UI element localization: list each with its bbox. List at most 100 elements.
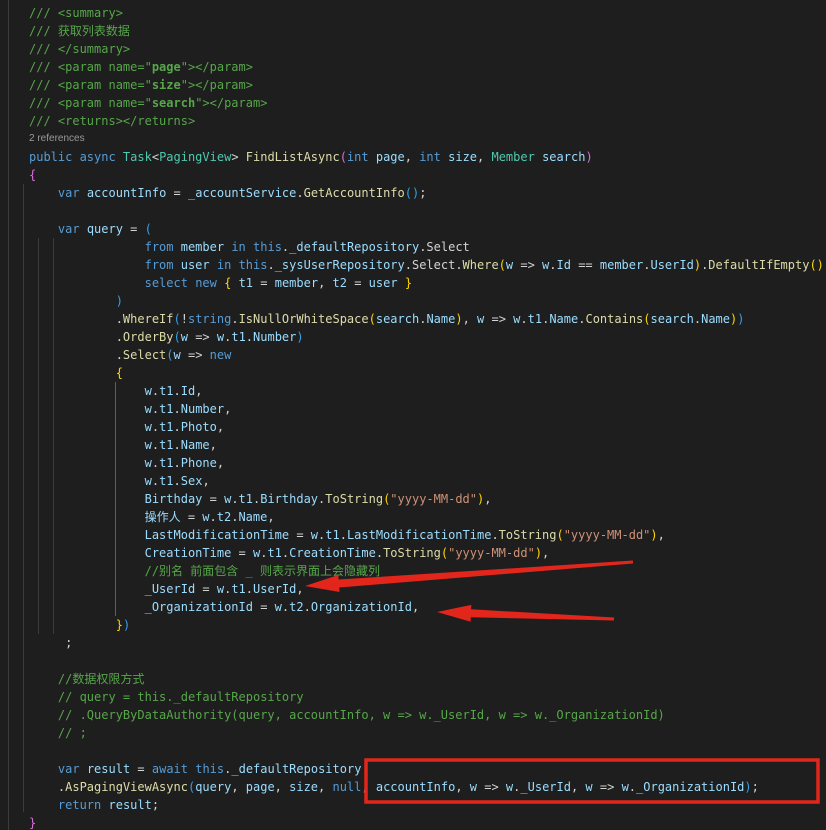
code-token: this xyxy=(253,240,282,254)
code-line[interactable]: .WhereIf(!string.IsNullOrWhiteSpace(sear… xyxy=(29,310,824,328)
code-token xyxy=(29,798,58,812)
code-token: _UserId xyxy=(520,780,571,794)
code-line[interactable]: /// <param name="size"></param> xyxy=(29,76,824,94)
code-line[interactable]: } xyxy=(29,814,824,830)
code-token: Name xyxy=(426,312,455,326)
code-line[interactable]: .Select(w => new xyxy=(29,346,824,364)
code-token: w xyxy=(275,600,282,614)
code-token: GetAccountInfo xyxy=(304,186,405,200)
code-token xyxy=(29,564,145,578)
code-token: ( xyxy=(556,528,563,542)
code-line[interactable]: w.t1.Name, xyxy=(29,436,824,454)
code-line[interactable]: public async Task<PagingView> FindListAs… xyxy=(29,148,824,166)
code-token xyxy=(80,186,87,200)
code-line[interactable]: .AsPagingViewAsync(query, page, size, nu… xyxy=(29,778,824,796)
code-token: ( xyxy=(174,330,181,344)
code-token: WhereIf xyxy=(123,312,174,326)
code-token: ! xyxy=(181,312,188,326)
code-token: FindListAsync xyxy=(246,150,340,164)
code-line[interactable]: return result; xyxy=(29,796,824,814)
code-token: . xyxy=(231,312,238,326)
code-token: t1 xyxy=(239,276,253,290)
code-token: CreationTime xyxy=(145,546,232,560)
code-line[interactable]: // query = this._defaultRepository xyxy=(29,688,824,706)
code-line[interactable]: LastModificationTime = w.t1.LastModifica… xyxy=(29,526,824,544)
code-token: _OrganizationId xyxy=(145,600,253,614)
code-line[interactable]: ; xyxy=(29,634,824,652)
code-line[interactable]: { xyxy=(29,364,824,382)
code-line[interactable]: 操作人 = w.t2.Name, xyxy=(29,508,824,526)
code-token: . xyxy=(246,330,253,344)
code-token xyxy=(174,258,181,272)
code-line[interactable]: /// </summary> xyxy=(29,40,824,58)
code-token: string xyxy=(188,312,231,326)
code-line[interactable]: { xyxy=(29,166,824,184)
code-token: _UserId xyxy=(145,582,196,596)
code-line[interactable]: // ; xyxy=(29,724,824,742)
code-line[interactable] xyxy=(29,652,824,670)
code-token xyxy=(231,276,238,290)
code-line[interactable]: w.t1.Id, xyxy=(29,382,824,400)
code-line[interactable]: /// 获取列表数据 xyxy=(29,22,824,40)
code-line[interactable]: w.t1.Phone, xyxy=(29,454,824,472)
code-token: Name xyxy=(238,510,267,524)
code-line[interactable]: w.t1.Photo, xyxy=(29,418,824,436)
code-token: search xyxy=(651,312,694,326)
code-line[interactable]: // .QueryByDataAuthority(query, accountI… xyxy=(29,706,824,724)
code-token: Where xyxy=(463,258,499,272)
code-token: , xyxy=(455,780,469,794)
code-token: . xyxy=(549,258,556,272)
code-token: Id xyxy=(181,384,195,398)
code-token: , xyxy=(231,780,245,794)
code-token: , xyxy=(412,600,419,614)
code-line[interactable]: //数据权限方式 xyxy=(29,670,824,688)
code-token: /// <param name=" xyxy=(29,78,152,92)
code-line[interactable]: .OrderBy(w => w.t1.Number) xyxy=(29,328,824,346)
code-token: // .QueryByDataAuthority(query, accountI… xyxy=(58,708,665,722)
code-token xyxy=(80,222,87,236)
code-line[interactable]: /// <param name="search"></param> xyxy=(29,94,824,112)
code-token: /// <param name=" xyxy=(29,60,152,74)
code-token: , xyxy=(217,456,224,470)
code-line[interactable]: //别名 前面包含 _ 则表示界面上会隐藏列 xyxy=(29,562,824,580)
code-line[interactable]: var query = ( xyxy=(29,220,824,238)
code-token xyxy=(398,276,405,290)
code-line[interactable] xyxy=(29,202,824,220)
code-line[interactable]: CreationTime = w.t1.CreationTime.ToStrin… xyxy=(29,544,824,562)
code-line[interactable]: _OrganizationId = w.t2.OrganizationId, xyxy=(29,598,824,616)
code-token: page xyxy=(152,60,181,74)
code-line[interactable]: from user in this._sysUserRepository.Sel… xyxy=(29,256,824,274)
code-line[interactable]: ) xyxy=(29,292,824,310)
code-token: = xyxy=(253,600,275,614)
code-line[interactable]: _UserId = w.t1.UserId, xyxy=(29,580,824,598)
code-token: UserId xyxy=(650,258,693,272)
code-line[interactable]: /// <param name="page"></param> xyxy=(29,58,824,76)
code-token: ( xyxy=(145,222,152,236)
code-line[interactable]: /// <summary> xyxy=(29,4,824,22)
code-token: w xyxy=(145,402,152,416)
code-token xyxy=(29,276,145,290)
code-token: Number xyxy=(181,402,224,416)
code-token: "yyyy-MM-dd" xyxy=(564,528,651,542)
code-token: ; xyxy=(752,780,759,794)
code-line[interactable]: from member in this._defaultRepository.S… xyxy=(29,238,824,256)
code-line[interactable]: w.t1.Sex, xyxy=(29,472,824,490)
code-line[interactable]: select new { t1 = member, t2 = user } xyxy=(29,274,824,292)
code-token xyxy=(246,240,253,254)
code-token: = xyxy=(195,582,217,596)
code-line[interactable]: w.t1.Number, xyxy=(29,400,824,418)
code-token: OrganizationId xyxy=(311,600,412,614)
codelens-references[interactable]: 2 references xyxy=(29,130,824,148)
code-line[interactable]: var result = await this._defaultReposito… xyxy=(29,760,824,778)
code-token xyxy=(29,510,145,524)
code-line[interactable]: }) xyxy=(29,616,824,634)
code-line[interactable]: Birthday = w.t1.Birthday.ToString("yyyy-… xyxy=(29,490,824,508)
code-token: , xyxy=(361,780,375,794)
code-token: . xyxy=(210,510,217,524)
code-line[interactable]: /// <returns></returns> xyxy=(29,112,824,130)
code-token: w xyxy=(145,474,152,488)
code-token: . xyxy=(29,780,65,794)
code-line[interactable]: var accountInfo = _accountService.GetAcc… xyxy=(29,184,824,202)
code-token: t1 xyxy=(159,402,173,416)
code-line[interactable] xyxy=(29,742,824,760)
